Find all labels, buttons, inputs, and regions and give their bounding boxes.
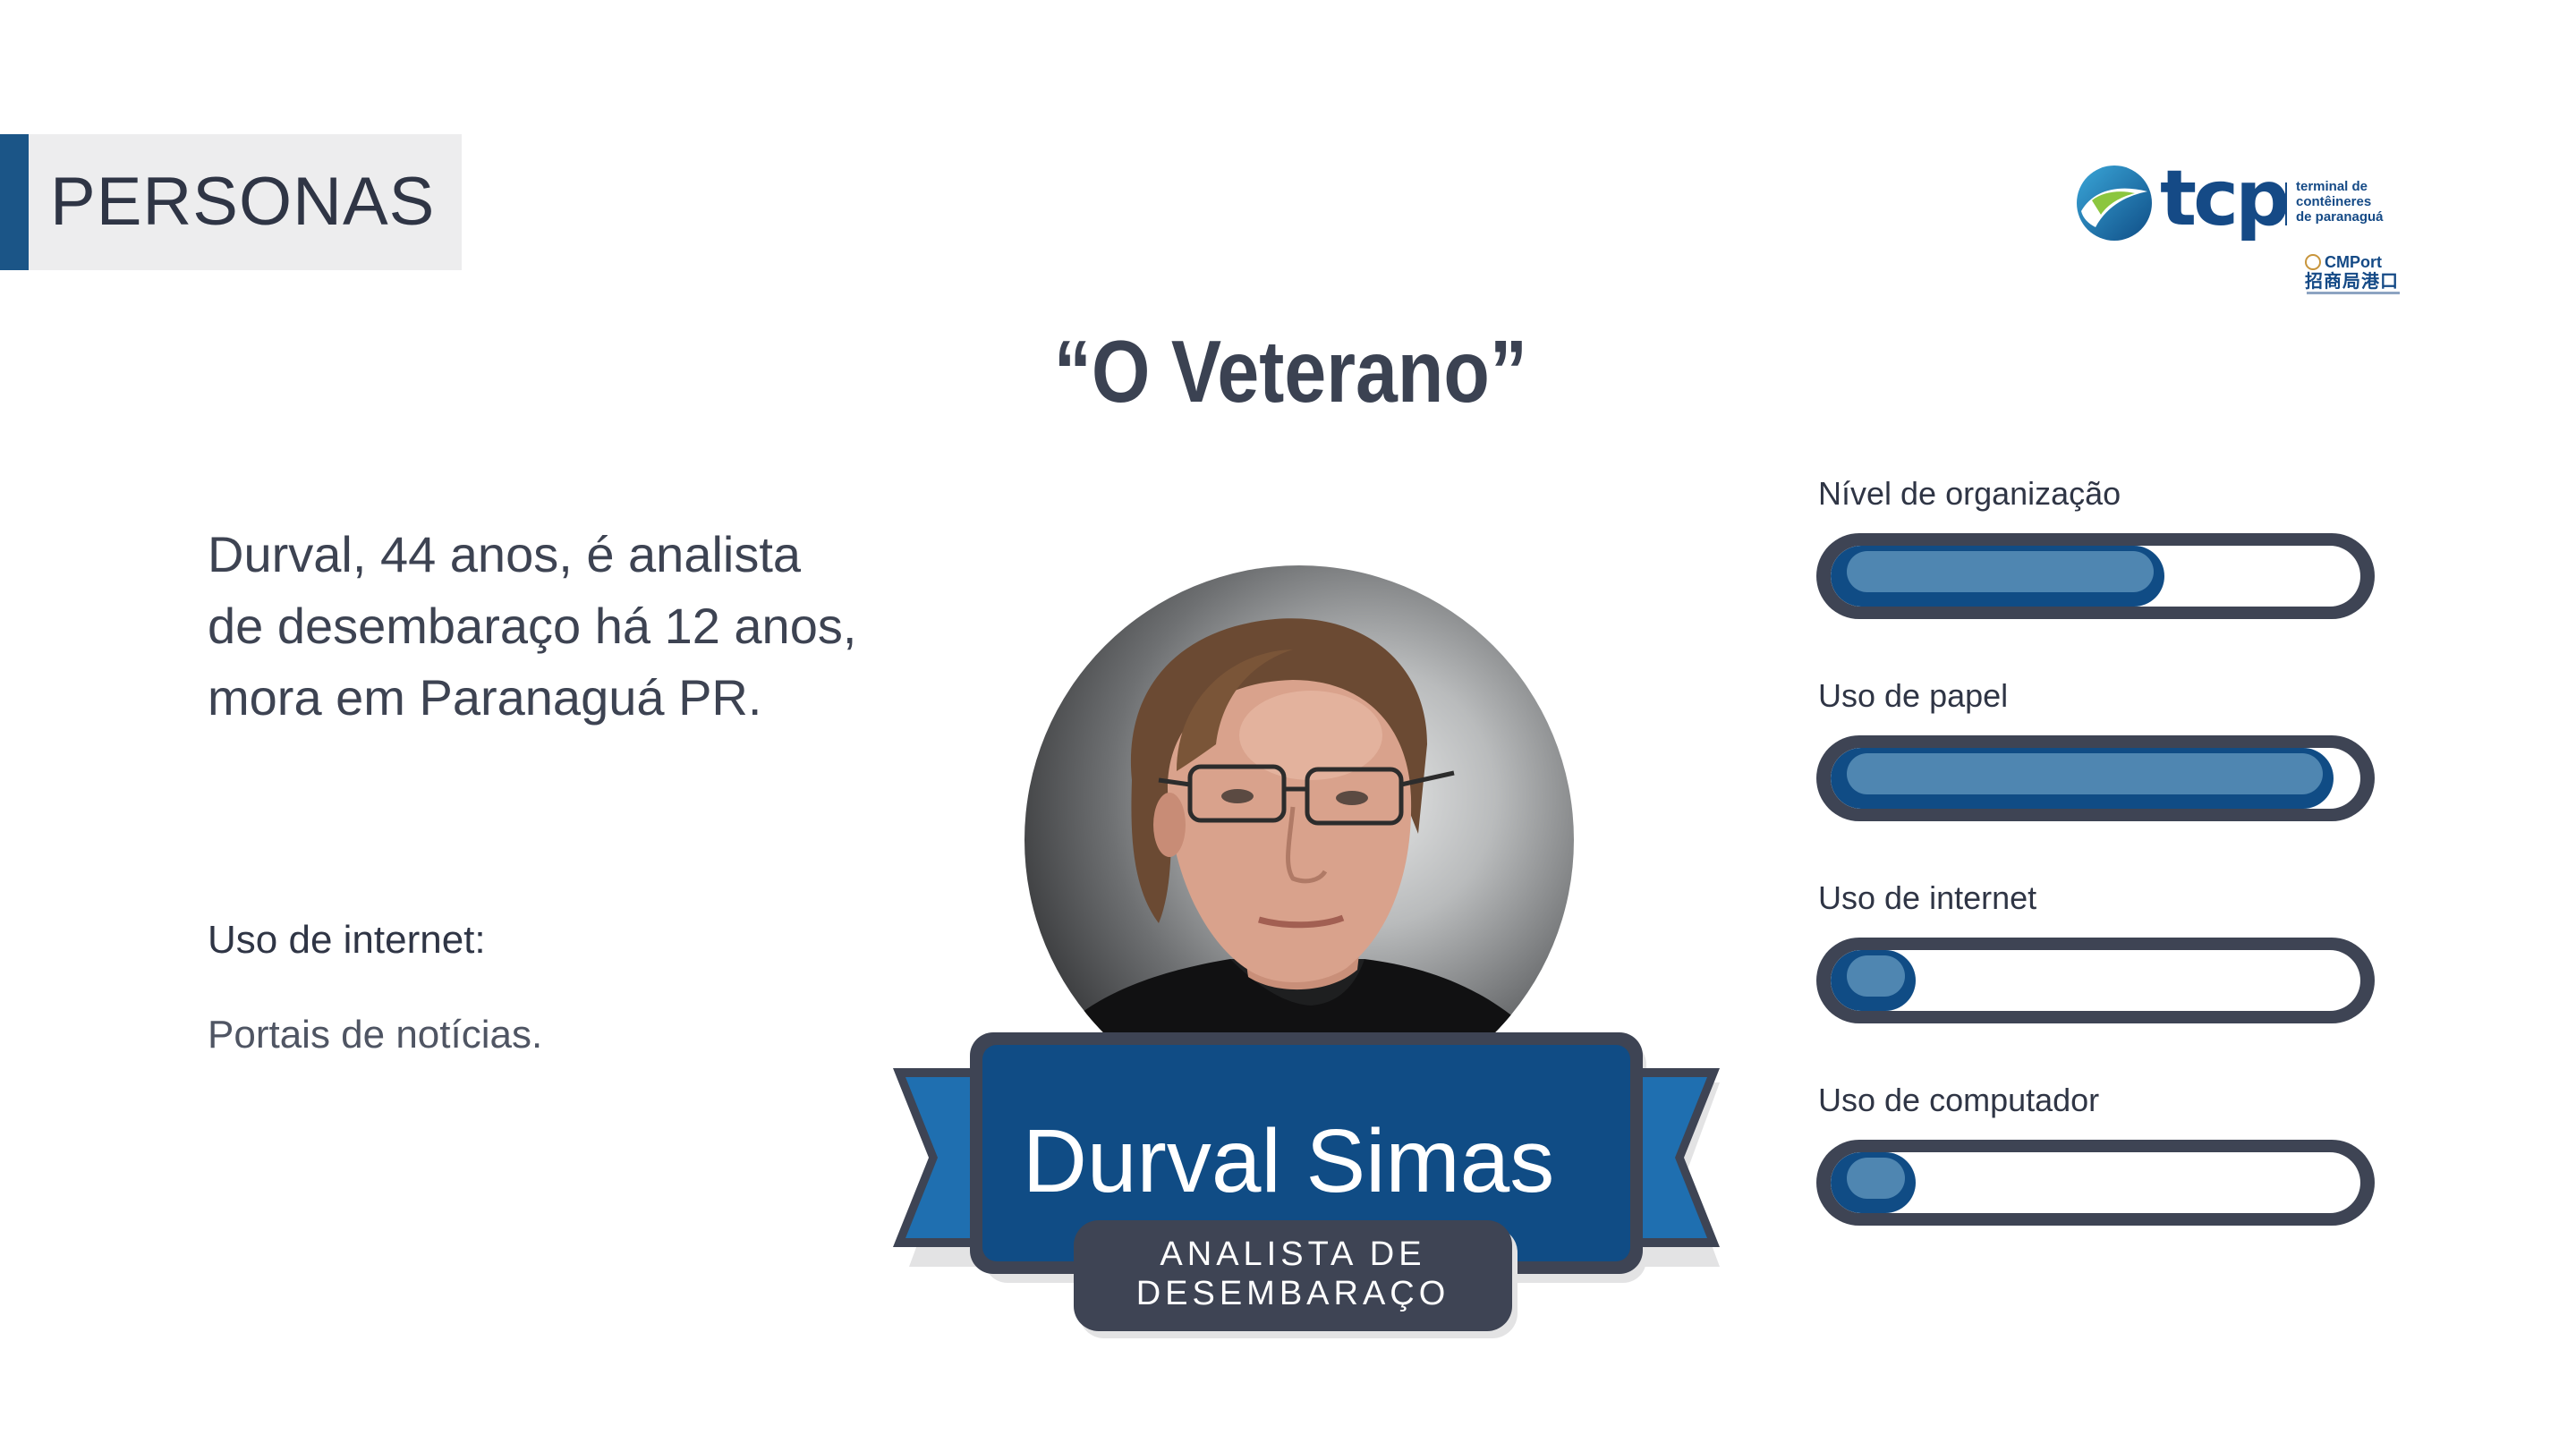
- logo-subtitle-line: de paranaguá: [2296, 209, 2384, 225]
- metric-label: Uso de computador: [1818, 1082, 2100, 1118]
- logo-wordmark: tcp: [2160, 154, 2291, 243]
- metric-bar-track: [1831, 546, 2360, 607]
- metric-bar-track: [1831, 748, 2360, 809]
- section-tag-accent: [0, 134, 29, 270]
- globe-icon: [2077, 166, 2152, 241]
- metric-bar-fill-highlight: [1847, 955, 1905, 997]
- internet-usage-value: Portais de notícias.: [208, 1013, 543, 1057]
- role-line: DESEMBARAÇO: [1135, 1275, 1450, 1312]
- metric-internet-usage: Uso de internet: [1816, 879, 2389, 1023]
- role-badge: ANALISTA DE DESEMBARAÇO: [1074, 1220, 1512, 1331]
- role-line: ANALISTA DE: [1160, 1235, 1426, 1273]
- metric-organization: Nível de organização: [1816, 474, 2389, 619]
- metric-computer-usage: Uso de computador: [1816, 1081, 2389, 1226]
- cmport-name: CMPort: [2325, 253, 2382, 271]
- metric-bar: [1816, 735, 2375, 821]
- metric-paper-usage: Uso de papel: [1816, 676, 2389, 821]
- cmport-emblem-icon: [2305, 254, 2321, 270]
- section-tag: PERSONAS: [0, 134, 462, 270]
- metric-bar-fill-highlight: [1847, 753, 2323, 794]
- persona-name: Durval Simas: [1022, 1111, 1555, 1211]
- internet-usage-heading: Uso de internet:: [208, 918, 486, 962]
- logo-subtitle: terminal de contêineres de paranaguá: [2296, 179, 2412, 225]
- metric-bar-fill: [1831, 950, 1916, 1011]
- metric-bar: [1816, 1140, 2375, 1226]
- metric-label: Nível de organização: [1818, 475, 2121, 512]
- metric-bar-fill-highlight: [1847, 1158, 1905, 1199]
- cmport-fineprint: [2307, 292, 2400, 294]
- metric-bar-fill: [1831, 748, 2334, 809]
- metric-label: Uso de internet: [1818, 879, 2037, 916]
- metric-bar-track: [1831, 1152, 2360, 1213]
- metric-bar: [1816, 533, 2375, 619]
- metric-bar-fill-highlight: [1847, 551, 2154, 592]
- persona-bio: Durval, 44 anos, é analista de desembara…: [208, 526, 857, 726]
- section-tag-label: PERSONAS: [50, 164, 436, 240]
- persona-quote: “O Veterano”: [1053, 322, 1527, 420]
- metric-bar: [1816, 938, 2375, 1023]
- metric-bar-fill: [1831, 546, 2164, 607]
- metric-label: Uso de papel: [1818, 677, 2009, 714]
- logo-divider: [2285, 182, 2287, 225]
- cmport-logo: CMPort 招商局港口: [2301, 252, 2409, 297]
- metric-bar-track: [1831, 950, 2360, 1011]
- cmport-chinese-name: 招商局港口: [2305, 272, 2399, 292]
- logo-subtitle-line: terminal de: [2296, 179, 2368, 194]
- company-logo: tcp terminal de contêineres de paranaguá…: [2076, 156, 2409, 304]
- name-ribbon: Durval Simas ANALISTA DE DESEMBARAÇO: [886, 1020, 1727, 1360]
- logo-subtitle-line: contêineres: [2296, 194, 2372, 209]
- metric-bar-fill: [1831, 1152, 1916, 1213]
